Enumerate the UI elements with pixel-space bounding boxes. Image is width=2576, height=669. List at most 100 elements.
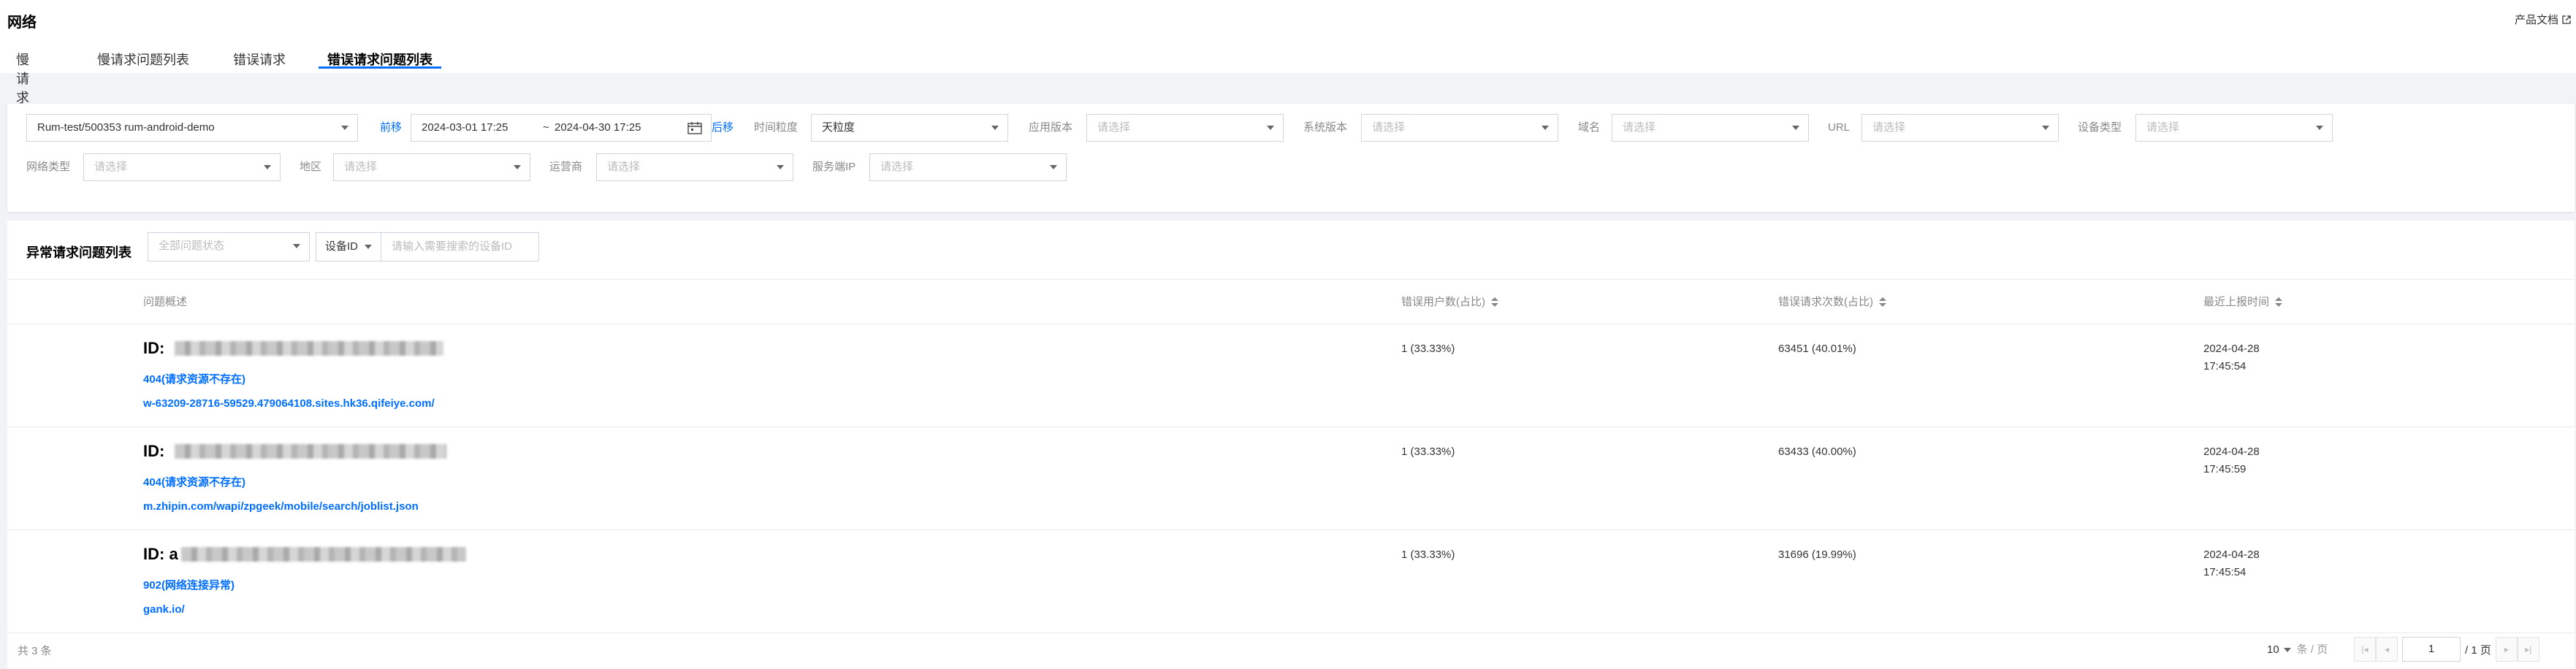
table-row[interactable]: ID: 404(请求资源不存在) w-63209-28716-59529.479… [7, 324, 2575, 427]
carrier-label: 运营商 [549, 161, 583, 173]
date-separator: ~ [543, 121, 549, 134]
sort-icon[interactable] [2275, 297, 2283, 307]
last-report-clock: 17:45:54 [2203, 566, 2247, 578]
date-range-picker[interactable]: 2024-03-01 17:25 ~ 2024-04-30 17:25 [411, 114, 712, 142]
device-type-label: 设备类型 [2078, 121, 2122, 134]
server-ip-select[interactable]: 请选择 [869, 153, 1067, 181]
chevron-down-icon [1050, 165, 1057, 169]
request-url-link[interactable]: w-63209-28716-59529.479064108.sites.hk36… [143, 397, 435, 410]
total-pages: / 1 页 [2465, 643, 2491, 657]
error-type-link[interactable]: 404(请求资源不存在) [143, 474, 245, 489]
redacted-id [180, 547, 466, 562]
url-label: URL [1828, 121, 1851, 134]
external-link-icon [2562, 15, 2571, 24]
error-requests: 63451 (40.01%) [1778, 343, 1856, 355]
prev-page-icon[interactable]: ◂ [2376, 637, 2398, 662]
project-select[interactable]: Rum-test/500353 rum-android-demo [26, 114, 358, 142]
table-row[interactable]: ID: 404(请求资源不存在) m.zhipin.com/wapi/zpgee… [7, 427, 2575, 530]
next-period-link[interactable]: 后移 [712, 114, 733, 142]
last-report-date: 2024-04-28 [2203, 548, 2260, 561]
network-type-select[interactable]: 请选择 [83, 153, 281, 181]
col-requests-label: 错误请求次数(占比) [1778, 296, 1873, 308]
server-ip-placeholder: 请选择 [880, 161, 914, 173]
tab-error-requests[interactable]: 错误请求 [233, 50, 286, 69]
calendar-icon [687, 122, 702, 134]
carrier-select[interactable]: 请选择 [596, 153, 793, 181]
search-key-select[interactable]: 设备ID [316, 232, 381, 261]
error-requests: 63433 (40.00%) [1778, 446, 1856, 458]
chevron-down-icon [2042, 126, 2049, 130]
granularity-value: 天粒度 [822, 121, 856, 134]
url-select[interactable]: 请选择 [1861, 114, 2059, 142]
chevron-down-icon [264, 165, 271, 169]
issue-id: ID: a [143, 545, 466, 564]
total-count: 共 3 条 [18, 645, 52, 657]
chevron-down-icon [1542, 126, 1549, 130]
issue-id-label: ID: [143, 339, 165, 357]
region-label: 地区 [300, 161, 322, 173]
sort-icon[interactable] [1879, 297, 1886, 307]
app-version-label: 应用版本 [1029, 121, 1073, 134]
filter-panel: Rum-test/500353 rum-android-demo 前移 2024… [7, 104, 2575, 212]
app-version-placeholder: 请选择 [1097, 121, 1131, 134]
chevron-down-icon [1792, 126, 1799, 130]
network-type-placeholder: 请选择 [94, 161, 128, 173]
tab-error-request-issues[interactable]: 错误请求问题列表 [319, 50, 441, 69]
url-placeholder: 请选择 [1872, 121, 1906, 134]
error-requests: 31696 (19.99%) [1778, 548, 1856, 561]
last-page-icon[interactable]: ▸| [2517, 637, 2539, 662]
region-select[interactable]: 请选择 [333, 153, 530, 181]
search-key-label: 设备ID [325, 240, 359, 253]
server-ip-label: 服务端IP [812, 161, 856, 173]
request-url-link[interactable]: gank.io/ [143, 603, 185, 616]
page-size-value: 10 [2267, 643, 2279, 656]
issue-status-select[interactable]: 全部问题状态 [148, 232, 310, 261]
next-page-icon[interactable]: ▸ [2495, 637, 2518, 662]
product-docs-link[interactable]: 产品文档 [2515, 12, 2572, 27]
app-version-select[interactable]: 请选择 [1086, 114, 1284, 142]
col-users[interactable]: 错误用户数(占比) [1401, 280, 1498, 325]
error-type-link[interactable]: 902(网络连接异常) [143, 577, 235, 592]
os-version-select[interactable]: 请选择 [1361, 114, 1558, 142]
request-url-link[interactable]: m.zhipin.com/wapi/zpgeek/mobile/search/j… [143, 500, 419, 513]
os-version-label: 系统版本 [1303, 121, 1348, 134]
tab-slow-request-issues[interactable]: 慢请求问题列表 [97, 50, 189, 69]
last-report-time: 2024-04-28 17:45:54 [2203, 546, 2260, 581]
table-row[interactable]: ID: a 902(网络连接异常) gank.io/ 1 (33.33%) 31… [7, 530, 2575, 633]
col-last-time[interactable]: 最近上报时间 [2203, 280, 2283, 325]
issue-list-panel: 异常请求问题列表 全部问题状态 设备ID 请输入需要搜索的设备ID 问题概述 错… [7, 221, 2575, 669]
last-report-time: 2024-04-28 17:45:59 [2203, 443, 2260, 478]
chevron-down-icon [514, 165, 521, 169]
prev-period-link[interactable]: 前移 [380, 114, 402, 142]
last-report-time: 2024-04-28 17:45:54 [2203, 340, 2260, 375]
page-size-select[interactable]: 10 条 / 页 [2267, 641, 2328, 657]
pagination: |◂ ◂ 1 / 1 页 ▸ ▸| [2354, 637, 2539, 662]
error-users: 1 (33.33%) [1401, 548, 1455, 561]
issue-id: ID: [143, 442, 447, 461]
tab-slow-requests[interactable]: 慢请求 [16, 50, 29, 107]
date-to: 2024-04-30 17:25 [555, 121, 641, 134]
error-type-link[interactable]: 404(请求资源不存在) [143, 371, 245, 386]
last-report-clock: 17:45:59 [2203, 463, 2247, 475]
device-id-search-input[interactable]: 请输入需要搜索的设备ID [381, 232, 539, 261]
granularity-select[interactable]: 天粒度 [811, 114, 1008, 142]
device-search: 设备ID 请输入需要搜索的设备ID [316, 232, 539, 261]
page-number-input[interactable]: 1 [2402, 637, 2461, 662]
sort-icon[interactable] [1491, 297, 1498, 307]
domain-select[interactable]: 请选择 [1612, 114, 1809, 142]
os-version-placeholder: 请选择 [1372, 121, 1406, 134]
network-type-label: 网络类型 [26, 161, 71, 173]
chevron-down-icon [365, 245, 372, 249]
last-report-date: 2024-04-28 [2203, 343, 2260, 355]
device-type-select[interactable]: 请选择 [2135, 114, 2333, 142]
col-requests[interactable]: 错误请求次数(占比) [1778, 280, 1886, 325]
domain-placeholder: 请选择 [1623, 121, 1656, 134]
device-type-placeholder: 请选择 [2146, 121, 2180, 134]
issue-status-placeholder: 全部问题状态 [159, 240, 225, 252]
chevron-down-icon [1267, 126, 1274, 130]
issue-id-label: ID: a [143, 545, 178, 563]
issue-id: ID: [143, 339, 444, 358]
page-size-unit: 条 / 页 [2296, 643, 2328, 656]
first-page-icon[interactable]: |◂ [2354, 637, 2376, 662]
chevron-down-icon [2283, 648, 2291, 653]
